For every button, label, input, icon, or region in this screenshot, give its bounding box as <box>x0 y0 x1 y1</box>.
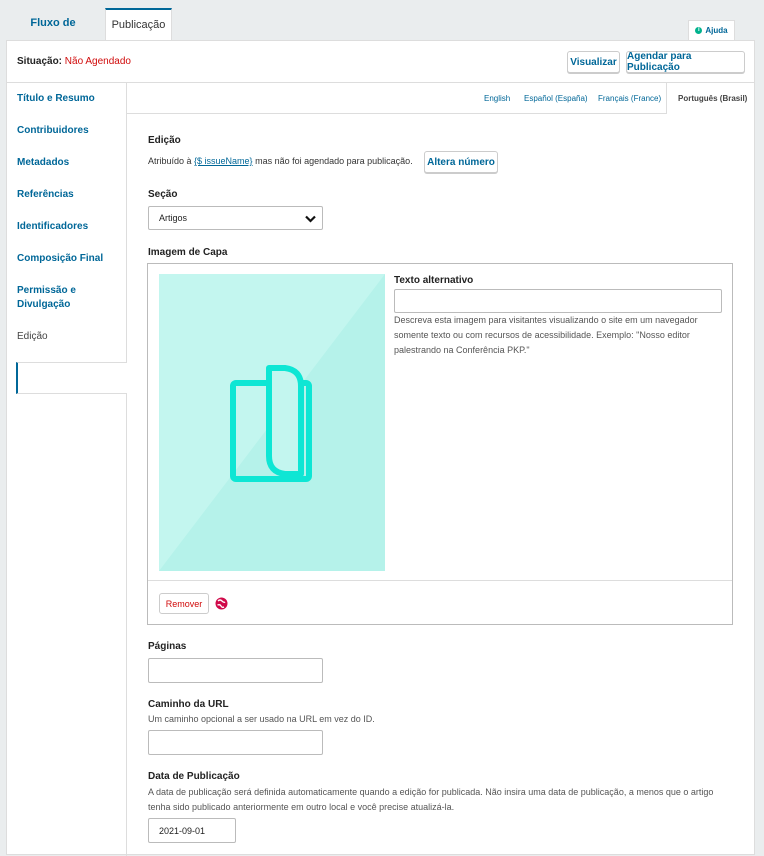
issue-assigned-prefix: Atribuído à <box>148 156 195 166</box>
section-select-value: Artigos <box>159 213 188 223</box>
issue-assigned-text: Atribuído à {$ issueName} mas não foi ag… <box>148 154 413 169</box>
status-label: Situação: Não Agendado <box>17 56 131 67</box>
sidebar-item-permissions[interactable]: Permissão e Divulgação <box>17 284 97 312</box>
tab-publication[interactable]: Publicação <box>105 8 172 41</box>
change-issue-button[interactable]: Altera número <box>424 151 498 173</box>
remove-cover-button[interactable]: Remover <box>159 593 209 614</box>
issue-label: Edição <box>148 135 181 146</box>
sidebar-item-references[interactable]: Referências <box>17 188 127 202</box>
url-path-label: Caminho da URL <box>148 699 229 710</box>
status-label-text: Situação: <box>17 56 63 67</box>
url-path-help: Um caminho opcional a ser usado na URL e… <box>148 714 375 724</box>
sidebar-item-metadata[interactable]: Metadados <box>17 156 127 170</box>
sidebar-item-identifiers[interactable]: Identificadores <box>17 220 127 234</box>
language-bar: English Español (España) Français (Franc… <box>127 83 754 114</box>
cover-placeholder-graphic <box>159 274 385 571</box>
status-bar: Situação: Não Agendado Visualizar Agenda… <box>7 41 754 83</box>
sidebar-item-contributors[interactable]: Contribuidores <box>17 124 127 138</box>
sidebar-item-title-abstract[interactable]: Título e Resumo <box>17 92 127 106</box>
alt-text-label: Texto alternativo <box>394 275 474 286</box>
lang-portuguese[interactable]: Português (Brasil) <box>678 94 747 103</box>
publication-sidebar: Título e Resumo Contribuidores Metadados… <box>7 83 127 856</box>
section-select[interactable]: Artigos <box>148 206 323 230</box>
chevron-down-icon <box>305 215 316 223</box>
globe-icon[interactable] <box>215 597 228 610</box>
help-button[interactable]: i Ajuda <box>688 20 735 40</box>
sidebar-item-galleys[interactable]: Composição Final <box>17 252 127 266</box>
cover-image-footer: Remover <box>148 580 732 625</box>
lang-spanish[interactable]: Español (España) <box>524 94 588 103</box>
tab-workflow[interactable]: Fluxo de Trabalho <box>6 8 100 59</box>
pages-input[interactable] <box>148 658 323 683</box>
publication-date-help: A data de publicação será definida autom… <box>148 787 714 812</box>
cover-image-box: Texto alternativo Descreva esta imagem p… <box>147 263 733 625</box>
url-path-input[interactable] <box>148 730 323 755</box>
status-value: Não Agendado <box>64 56 131 67</box>
alt-text-help: Descreva esta imagem para visitantes vis… <box>394 315 698 355</box>
lang-english[interactable]: English <box>484 94 510 103</box>
alt-text-input[interactable] <box>394 289 722 313</box>
publication-date-input[interactable]: 2021-09-01 <box>148 818 236 843</box>
cover-image <box>159 274 385 571</box>
sidebar-active-indicator <box>16 362 127 394</box>
pages-label: Páginas <box>148 641 187 652</box>
section-label: Seção <box>148 189 178 200</box>
issue-assigned-suffix: mas não foi agendado para publicação. <box>252 156 413 166</box>
cover-image-label: Imagem de Capa <box>148 247 228 258</box>
issue-name-link[interactable]: {$ issueName} <box>194 156 253 166</box>
preview-button[interactable]: Visualizar <box>567 51 620 73</box>
sidebar-item-issue[interactable]: Edição <box>17 330 127 344</box>
help-label: Ajuda <box>705 26 728 35</box>
info-icon: i <box>695 27 703 34</box>
publication-date-label: Data de Publicação <box>148 771 240 782</box>
lang-french[interactable]: Français (France) <box>598 94 661 103</box>
schedule-publication-button[interactable]: Agendar para Publicação <box>626 51 745 73</box>
